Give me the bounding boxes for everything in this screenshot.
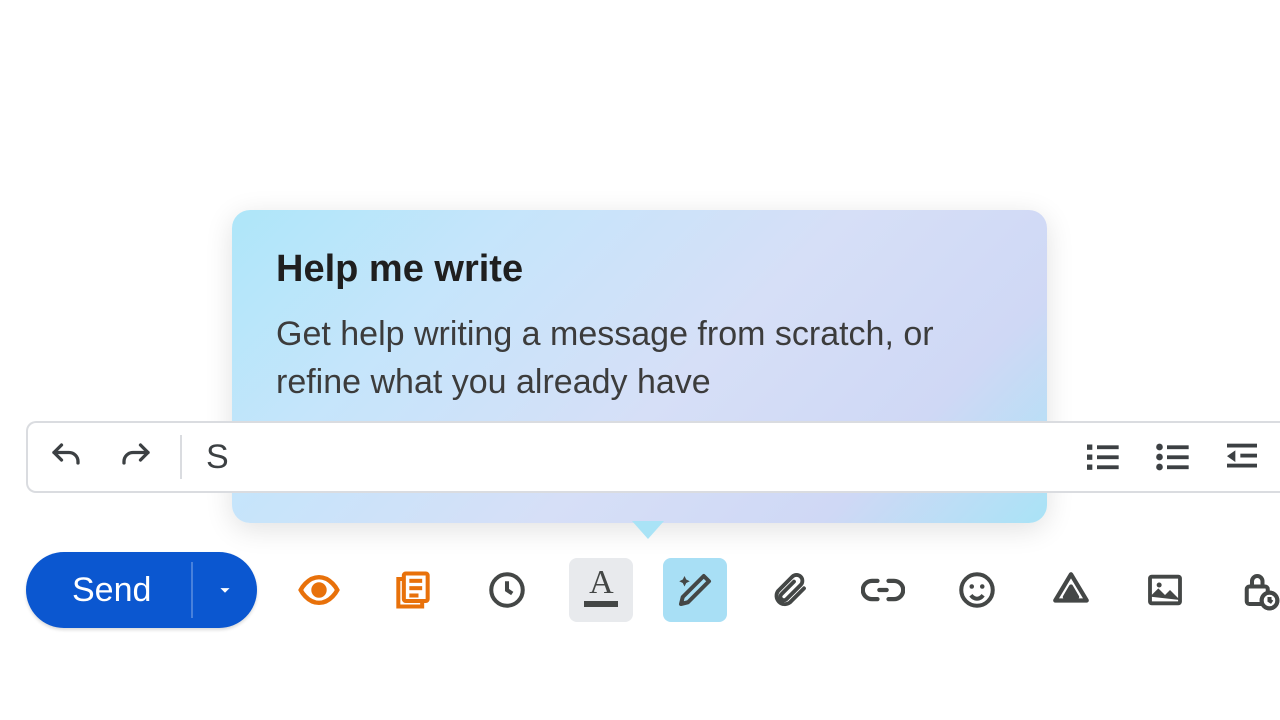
emoji-icon bbox=[956, 569, 998, 611]
font-picker[interactable]: S bbox=[206, 438, 229, 477]
send-button[interactable]: Send bbox=[26, 552, 191, 628]
eye-icon bbox=[297, 568, 341, 612]
schedule-send-button[interactable] bbox=[475, 558, 539, 622]
link-icon bbox=[861, 568, 905, 612]
send-split-button: Send bbox=[26, 552, 257, 628]
insert-emoji-button[interactable] bbox=[945, 558, 1009, 622]
formatting-toolbar: S bbox=[26, 421, 1280, 493]
insert-from-drive-button[interactable] bbox=[1039, 558, 1103, 622]
caret-down-icon bbox=[214, 579, 236, 601]
insert-photo-button[interactable] bbox=[1133, 558, 1197, 622]
numbered-list-icon bbox=[1082, 437, 1122, 477]
formatting-options-button[interactable]: A bbox=[569, 558, 633, 622]
lock-clock-icon bbox=[1238, 569, 1280, 611]
bulleted-list-icon bbox=[1152, 437, 1192, 477]
toolbar-separator bbox=[180, 435, 182, 479]
compose-action-row: Send A bbox=[26, 552, 1280, 628]
numbered-list-button[interactable] bbox=[1082, 437, 1122, 477]
image-icon bbox=[1145, 570, 1185, 610]
paperclip-icon bbox=[769, 570, 809, 610]
redo-icon bbox=[118, 439, 154, 475]
insert-link-button[interactable] bbox=[851, 558, 915, 622]
help-me-write-title: Help me write bbox=[276, 248, 1003, 291]
text-format-icon: A bbox=[581, 568, 621, 612]
help-me-write-button[interactable] bbox=[663, 558, 727, 622]
bulleted-list-button[interactable] bbox=[1152, 437, 1192, 477]
drive-icon bbox=[1050, 569, 1092, 611]
clock-icon bbox=[486, 569, 528, 611]
indent-decrease-icon bbox=[1222, 437, 1262, 477]
notes-stack-icon bbox=[391, 568, 435, 612]
boomerang-notes-button[interactable] bbox=[381, 558, 445, 622]
send-more-options-button[interactable] bbox=[193, 552, 257, 628]
undo-icon bbox=[48, 439, 84, 475]
magic-pen-icon bbox=[674, 569, 716, 611]
confidential-mode-button[interactable] bbox=[1227, 558, 1280, 622]
indent-decrease-button[interactable] bbox=[1222, 437, 1262, 477]
redo-button[interactable] bbox=[116, 437, 156, 477]
boomerang-tracking-button[interactable] bbox=[287, 558, 351, 622]
attach-file-button[interactable] bbox=[757, 558, 821, 622]
undo-button[interactable] bbox=[46, 437, 86, 477]
